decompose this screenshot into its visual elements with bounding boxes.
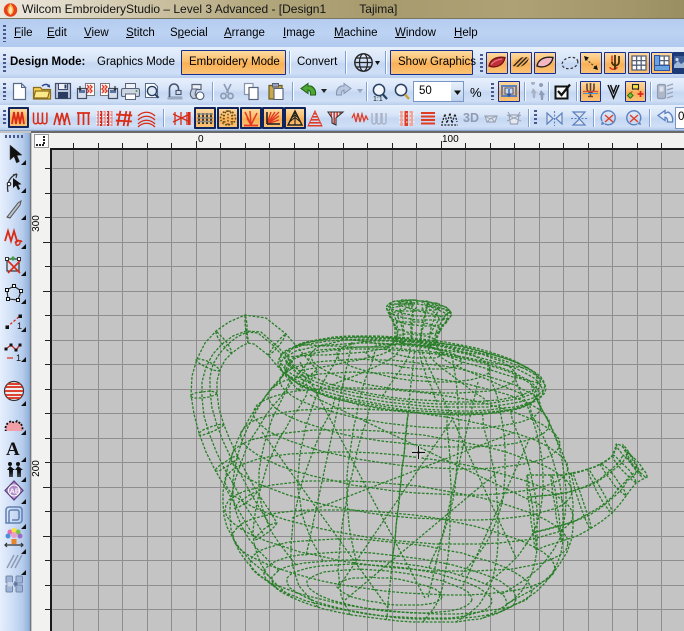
svg-text:1:1: 1:1 <box>373 96 383 102</box>
svg-text:A: A <box>6 439 20 458</box>
svg-text:AB: AB <box>10 487 21 496</box>
